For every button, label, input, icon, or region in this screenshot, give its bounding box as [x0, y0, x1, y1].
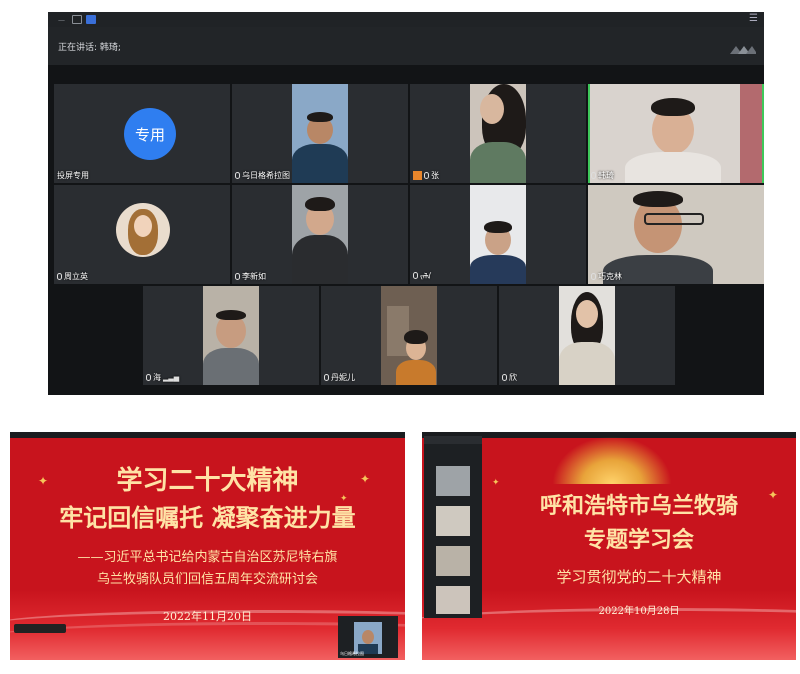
video-feed [559, 286, 615, 385]
participant-name: 周立英 [64, 272, 88, 281]
slide-toolbar[interactable] [14, 624, 66, 633]
participant-tile-8[interactable]: 巧克林 [588, 185, 764, 284]
video-feed [381, 286, 437, 385]
window-dots-icon[interactable]: — [58, 16, 65, 24]
video-feed [470, 84, 526, 183]
slide-date: 2022年10月28日 [598, 606, 680, 617]
mic-icon [502, 374, 507, 381]
video-feed [203, 286, 259, 385]
slide-subtitle-1: ——习近平总书记给内蒙古自治区苏尼特右旗 [77, 550, 338, 565]
host-icon [413, 171, 422, 180]
mic-icon [146, 374, 151, 381]
emblem-icon [552, 436, 672, 484]
dove-icon: ✦ [492, 478, 500, 488]
video-feed [292, 84, 348, 183]
mic-icon [57, 273, 62, 280]
participant-tile-6[interactable]: 李新如 [232, 185, 408, 284]
slide-title-2: 专题学习会 [583, 527, 694, 553]
meeting-window: — ☰ 正在讲话: 韩琦; 专用 投屏专用 乌日格希拉图 张 韩琦 周立英 李新… [48, 12, 764, 395]
mic-icon [413, 271, 418, 279]
participant-name: 李新如 [242, 272, 266, 281]
avatar [116, 203, 170, 257]
menu-icon[interactable]: ☰ [749, 13, 758, 24]
participant-tile-3[interactable]: 张 [410, 84, 586, 183]
title-bar: — ☰ [48, 12, 764, 27]
participant-name: 欣 [509, 373, 517, 382]
slide-title-1: 呼和浩特市乌兰牧骑 [539, 493, 738, 519]
participant-name: 海 [153, 373, 161, 382]
mic-icon [424, 172, 429, 179]
participant-tile-2[interactable]: 乌日格希拉图 [232, 84, 408, 183]
slide-top-bar [10, 432, 405, 438]
participant-name: 韩琦 [598, 171, 614, 180]
slide-title-2: 牢记回信嘱托 凝聚奋进力量 [59, 503, 356, 532]
participant-name: 丹妮儿 [331, 373, 355, 382]
window-square-icon[interactable] [72, 15, 82, 24]
participant-tile-10[interactable]: 丹妮儿 [321, 286, 497, 385]
pip-name: 乌日格希拉图 [340, 651, 364, 656]
video-feed [470, 185, 526, 284]
mic-icon [591, 273, 596, 280]
participant-name: ᠵᠠᠯᠠ [420, 272, 432, 281]
participant-name: 张 [431, 171, 439, 180]
video-feed [588, 185, 764, 284]
participant-tile-1[interactable]: 专用 投屏专用 [54, 84, 230, 183]
grid-view-icon[interactable] [86, 15, 96, 24]
slide-left: ✦ ✦ ✦ 学习二十大精神 牢记回信嘱托 凝聚奋进力量 ——习近平总书记给内蒙古… [10, 432, 405, 660]
participant-name: 投屏专用 [57, 171, 89, 180]
app-logo-icon [730, 46, 756, 54]
participant-tile-9[interactable]: 海 ▂▃▅ [143, 286, 319, 385]
video-feed [292, 185, 348, 284]
speaking-bar: 正在讲话: 韩琦; [48, 27, 764, 65]
participant-name: 乌日格希拉图 [242, 171, 290, 180]
participant-name: 巧克林 [598, 272, 622, 281]
mic-icon [235, 172, 240, 179]
slide-subtitle: 学习贯彻党的二十大精神 [556, 568, 722, 586]
mic-icon [324, 374, 329, 381]
signal-icon: ▂▃▅ [163, 373, 180, 382]
speaking-label: 正在讲话: 韩琦; [58, 43, 121, 53]
slide-title-1: 学习二十大精神 [116, 466, 299, 496]
avatar: 专用 [124, 108, 176, 160]
participant-tile-7[interactable]: ᠵᠠᠯᠠ [410, 185, 586, 284]
slide-right: ✦ ✦ 呼和浩特市乌兰牧骑 专题学习会 学习贯彻党的二十大精神 2022年10月… [422, 432, 796, 660]
mic-icon [591, 172, 596, 179]
participant-tile-11[interactable]: 欣 [499, 286, 675, 385]
participant-tile-4[interactable]: 韩琦 [588, 84, 764, 183]
mic-icon [235, 273, 240, 280]
video-feed [590, 84, 762, 183]
participant-tile-5[interactable]: 周立英 [54, 185, 230, 284]
slide-subtitle-2: 乌兰牧骑队员们回信五周年交流研讨会 [96, 572, 318, 587]
pip-video[interactable]: 乌日格希拉图 [338, 616, 398, 658]
